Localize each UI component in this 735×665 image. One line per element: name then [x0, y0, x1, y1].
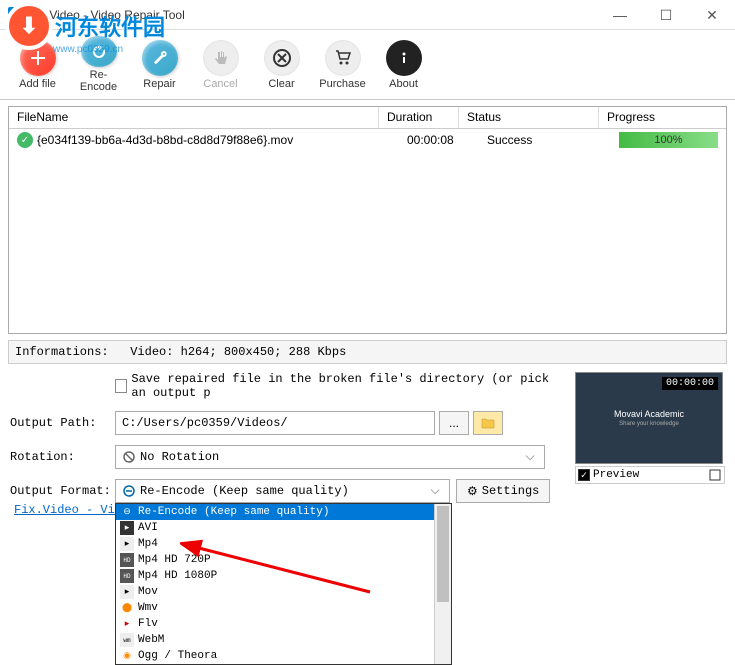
col-progress[interactable]: Progress [599, 107, 726, 128]
chevron-down-icon: ⌵ [425, 480, 445, 502]
progress-bar: 100% [619, 132, 718, 148]
format-row: Output Format: Re-Encode (Keep same qual… [10, 478, 567, 504]
settings-button[interactable]: ⚙ Settings [456, 479, 550, 503]
output-path-input[interactable] [115, 411, 435, 435]
gear-icon: ⚙ [467, 484, 478, 499]
format-option[interactable]: ▸AVI [116, 520, 451, 536]
preview-panel: 00:00:00 Movavi Academic Share your know… [575, 372, 725, 512]
minimize-button[interactable]: — [597, 0, 643, 30]
cart-icon [325, 40, 361, 76]
rotation-dropdown[interactable]: No Rotation ⌵ [115, 445, 545, 469]
chevron-down-icon: ⌵ [520, 446, 540, 468]
info-icon [386, 40, 422, 76]
format-option[interactable]: HDMp4 HD 720P [116, 552, 451, 568]
re-encode-button[interactable]: Re-Encode [71, 34, 126, 95]
format-option[interactable]: ⊖Re-Encode (Keep same quality) [116, 504, 451, 520]
dropdown-scrollbar[interactable] [434, 504, 451, 664]
info-label: Informations: [15, 345, 109, 359]
preview-checkbox[interactable]: ✓ [578, 469, 590, 481]
preview-controls: ✓ Preview [575, 466, 725, 484]
format-option[interactable]: ▸Mp4 [116, 536, 451, 552]
window-controls: — ☐ ✕ [597, 0, 735, 30]
format-option[interactable]: HDMp4 HD 1080P [116, 568, 451, 584]
clear-icon [264, 40, 300, 76]
cell-progress: 100% [619, 132, 722, 148]
about-button[interactable]: About [376, 34, 431, 95]
app-icon [8, 7, 24, 23]
preview-content: Movavi Academic Share your knowledge [576, 409, 722, 427]
cell-filename: {e034f139-bb6a-4d3d-b8bd-c8d8d79f88e6}.m… [33, 133, 399, 147]
browse-button[interactable]: ... [439, 411, 469, 435]
save-in-dir-checkbox[interactable] [115, 379, 127, 393]
plus-icon [20, 40, 56, 76]
no-icon [122, 450, 136, 464]
maximize-button[interactable]: ☐ [643, 0, 689, 30]
output-path-label: Output Path: [10, 416, 115, 430]
file-table: FileName Duration Status Progress ✓ {e03… [8, 106, 727, 334]
cell-duration: 00:00:08 [399, 133, 479, 147]
rotation-row: Rotation: No Rotation ⌵ [10, 444, 567, 470]
format-option[interactable]: ▸Flv [116, 616, 451, 632]
expand-icon[interactable] [708, 468, 722, 482]
format-dropdown[interactable]: Re-Encode (Keep same quality) ⌵ ⊖Re-Enco… [115, 479, 450, 503]
footer-link[interactable]: Fix.Video - Vide [14, 503, 129, 517]
save-in-dir-label: Save repaired file in the broken file's … [131, 372, 567, 400]
format-label: Output Format: [10, 484, 115, 498]
preview-label: Preview [593, 469, 639, 481]
format-option[interactable]: ⬤Wmv [116, 600, 451, 616]
save-in-dir-row: Save repaired file in the broken file's … [10, 372, 567, 400]
format-option[interactable]: wmWebM [116, 632, 451, 648]
table-body: ✓ {e034f139-bb6a-4d3d-b8bd-c8d8d79f88e6}… [9, 129, 726, 333]
clear-button[interactable]: Clear [254, 34, 309, 95]
table-header: FileName Duration Status Progress [9, 107, 726, 129]
preview-timestamp: 00:00:00 [662, 377, 718, 390]
window-title: Fix.Video - Video Repair Tool [30, 8, 185, 22]
output-path-row: Output Path: ... [10, 410, 567, 436]
titlebar: Fix.Video - Video Repair Tool — ☐ ✕ [0, 0, 735, 30]
wrench-icon [142, 40, 178, 76]
options-area: Save repaired file in the broken file's … [0, 364, 735, 520]
rotation-label: Rotation: [10, 450, 115, 464]
format-option[interactable]: ▸Mov [116, 584, 451, 600]
cell-status: Success [479, 133, 619, 147]
preview-video[interactable]: 00:00:00 Movavi Academic Share your know… [575, 372, 723, 464]
refresh-icon [81, 36, 117, 67]
repair-button[interactable]: Repair [132, 34, 187, 95]
col-duration[interactable]: Duration [379, 107, 459, 128]
success-icon: ✓ [17, 132, 33, 148]
folder-icon [481, 417, 495, 429]
options-left: Save repaired file in the broken file's … [10, 372, 567, 512]
col-filename[interactable]: FileName [9, 107, 379, 128]
col-status[interactable]: Status [459, 107, 599, 128]
table-row[interactable]: ✓ {e034f139-bb6a-4d3d-b8bd-c8d8d79f88e6}… [9, 129, 726, 151]
toolbar: Add file Re-Encode Repair Cancel Clear P… [0, 30, 735, 100]
format-option[interactable]: ◉Ogg / Theora [116, 648, 451, 664]
purchase-button[interactable]: Purchase [315, 34, 370, 95]
format-dropdown-list: ⊖Re-Encode (Keep same quality) ▸AVI ▸Mp4… [115, 503, 452, 665]
info-value: Video: h264; 800x450; 288 Kbps [130, 345, 346, 359]
folder-open-button[interactable] [473, 411, 503, 435]
hand-icon [203, 40, 239, 76]
cancel-button: Cancel [193, 34, 248, 95]
info-bar: Informations: Video: h264; 800x450; 288 … [8, 340, 727, 364]
close-button[interactable]: ✕ [689, 0, 735, 30]
add-file-button[interactable]: Add file [10, 34, 65, 95]
encode-icon [122, 484, 136, 498]
